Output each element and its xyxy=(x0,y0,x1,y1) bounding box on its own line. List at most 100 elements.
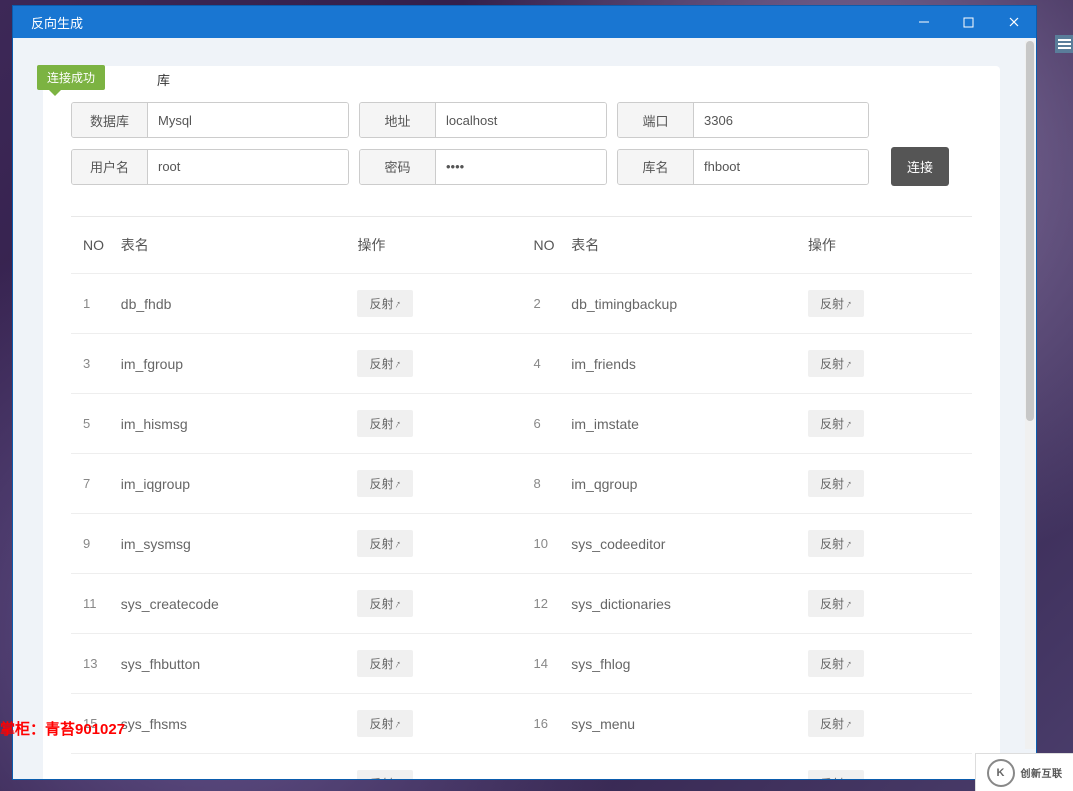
row-tablename: im_imstate xyxy=(571,416,808,432)
reflect-button[interactable]: 反射 xyxy=(808,350,864,377)
window-title: 反向生成 xyxy=(31,13,83,32)
main-dialog: 反向生成 连接成功 库 数据库 xyxy=(12,5,1037,780)
row-tablename: db_fhdb xyxy=(121,296,358,312)
row-no: 11 xyxy=(71,596,121,611)
row-tablename: sys_codeeditor xyxy=(571,536,808,552)
connect-button[interactable]: 连接 xyxy=(891,147,949,186)
reflect-button[interactable]: 反射 xyxy=(808,650,864,677)
database-field-group: 数据库 xyxy=(71,102,349,138)
minimize-button[interactable] xyxy=(901,6,946,38)
password-label: 密码 xyxy=(360,150,436,184)
row-no: 12 xyxy=(522,596,572,611)
row-tablename: sys_fhbutton xyxy=(121,656,358,672)
reflect-button[interactable]: 反射 xyxy=(357,710,413,737)
close-icon xyxy=(1008,16,1020,28)
row-tablename: sys_role_fhbutton xyxy=(571,776,808,780)
main-panel: 连接成功 库 数据库 地址 端口 xyxy=(43,66,1000,779)
connection-success-badge: 连接成功 xyxy=(37,65,105,90)
reflect-button[interactable]: 反射 xyxy=(357,410,413,437)
reflect-button[interactable]: 反射 xyxy=(357,290,413,317)
row-tablename: sys_dictionaries xyxy=(571,596,808,612)
row-tablename: im_iqgroup xyxy=(121,476,358,492)
username-field-group: 用户名 xyxy=(71,149,349,185)
dbname-field-group: 库名 xyxy=(617,149,869,185)
row-no: 8 xyxy=(522,476,572,491)
hidden-label: 库 xyxy=(157,70,170,89)
table-row: 15sys_fhsms反射16sys_menu反射 xyxy=(71,694,972,754)
table-row: 5im_hismsg反射6im_imstate反射 xyxy=(71,394,972,454)
reflect-button[interactable]: 反射 xyxy=(808,770,864,779)
titlebar[interactable]: 反向生成 xyxy=(13,6,1036,38)
row-tablename: sys_role xyxy=(121,776,358,780)
reflect-button[interactable]: 反射 xyxy=(357,470,413,497)
row-tablename: sys_menu xyxy=(571,716,808,732)
reflect-button[interactable]: 反射 xyxy=(808,530,864,557)
database-label: 数据库 xyxy=(72,103,148,137)
reflect-button[interactable]: 反射 xyxy=(808,290,864,317)
row-tablename: im_friends xyxy=(571,356,808,372)
table-row: 9im_sysmsg反射10sys_codeeditor反射 xyxy=(71,514,972,574)
address-label: 地址 xyxy=(360,103,436,137)
dbname-label: 库名 xyxy=(618,150,694,184)
password-input[interactable] xyxy=(436,150,607,184)
reflect-button[interactable]: 反射 xyxy=(808,470,864,497)
row-no: 4 xyxy=(522,356,572,371)
username-label: 用户名 xyxy=(72,150,148,184)
header-no: NO xyxy=(71,237,121,253)
hamburger-icon xyxy=(1058,43,1071,45)
row-no: 5 xyxy=(71,416,121,431)
window-controls xyxy=(901,6,1036,38)
row-no: 14 xyxy=(522,656,572,671)
username-input[interactable] xyxy=(148,150,348,184)
row-no: 10 xyxy=(522,536,572,551)
row-tablename: sys_fhlog xyxy=(571,656,808,672)
reflect-button[interactable]: 反射 xyxy=(808,410,864,437)
table-header: NO 表名 操作 NO 表名 操作 xyxy=(71,217,972,274)
row-no: 1 xyxy=(71,296,121,311)
dbname-input[interactable] xyxy=(694,150,869,184)
row-no: 9 xyxy=(71,536,121,551)
row-no: 13 xyxy=(71,656,121,671)
reflect-button[interactable]: 反射 xyxy=(357,530,413,557)
table-row: 1db_fhdb反射2db_timingbackup反射 xyxy=(71,274,972,334)
right-sidebar-toggle[interactable] xyxy=(1055,35,1073,53)
address-input[interactable] xyxy=(436,103,607,137)
minimize-icon xyxy=(918,16,930,28)
database-input[interactable] xyxy=(148,103,348,137)
reflect-button[interactable]: 反射 xyxy=(357,350,413,377)
reflect-button[interactable]: 反射 xyxy=(808,590,864,617)
header-no: NO xyxy=(522,237,572,253)
reflect-button[interactable]: 反射 xyxy=(357,770,413,779)
header-name: 表名 xyxy=(571,235,808,255)
scrollbar-thumb[interactable] xyxy=(1026,41,1034,421)
header-op: 操作 xyxy=(808,235,972,255)
row-tablename: sys_fhsms xyxy=(121,716,358,732)
row-no: 17 xyxy=(71,776,121,779)
port-label: 端口 xyxy=(618,103,694,137)
header-name: 表名 xyxy=(121,235,358,255)
header-op: 操作 xyxy=(357,235,521,255)
reflect-button[interactable]: 反射 xyxy=(808,710,864,737)
row-no: 18 xyxy=(522,776,572,779)
scrollbar[interactable] xyxy=(1025,41,1035,749)
row-no: 2 xyxy=(522,296,572,311)
table-row: 3im_fgroup反射4im_friends反射 xyxy=(71,334,972,394)
cx-logo-text: 创新互联 xyxy=(1021,765,1063,780)
row-no: 6 xyxy=(522,416,572,431)
watermark-text: 掌柜：青苔901027 xyxy=(0,718,125,739)
close-button[interactable] xyxy=(991,6,1036,38)
row-no: 3 xyxy=(71,356,121,371)
row-tablename: im_sysmsg xyxy=(121,536,358,552)
row-tablename: im_fgroup xyxy=(121,356,358,372)
row-no: 16 xyxy=(522,716,572,731)
reflect-button[interactable]: 反射 xyxy=(357,590,413,617)
reflect-button[interactable]: 反射 xyxy=(357,650,413,677)
port-input[interactable] xyxy=(694,103,869,137)
connection-form: 数据库 地址 端口 用户名 xyxy=(71,102,972,186)
address-field-group: 地址 xyxy=(359,102,607,138)
port-field-group: 端口 xyxy=(617,102,869,138)
row-no: 7 xyxy=(71,476,121,491)
cx-logo-icon: K xyxy=(987,759,1015,787)
maximize-button[interactable] xyxy=(946,6,991,38)
password-field-group: 密码 xyxy=(359,149,607,185)
